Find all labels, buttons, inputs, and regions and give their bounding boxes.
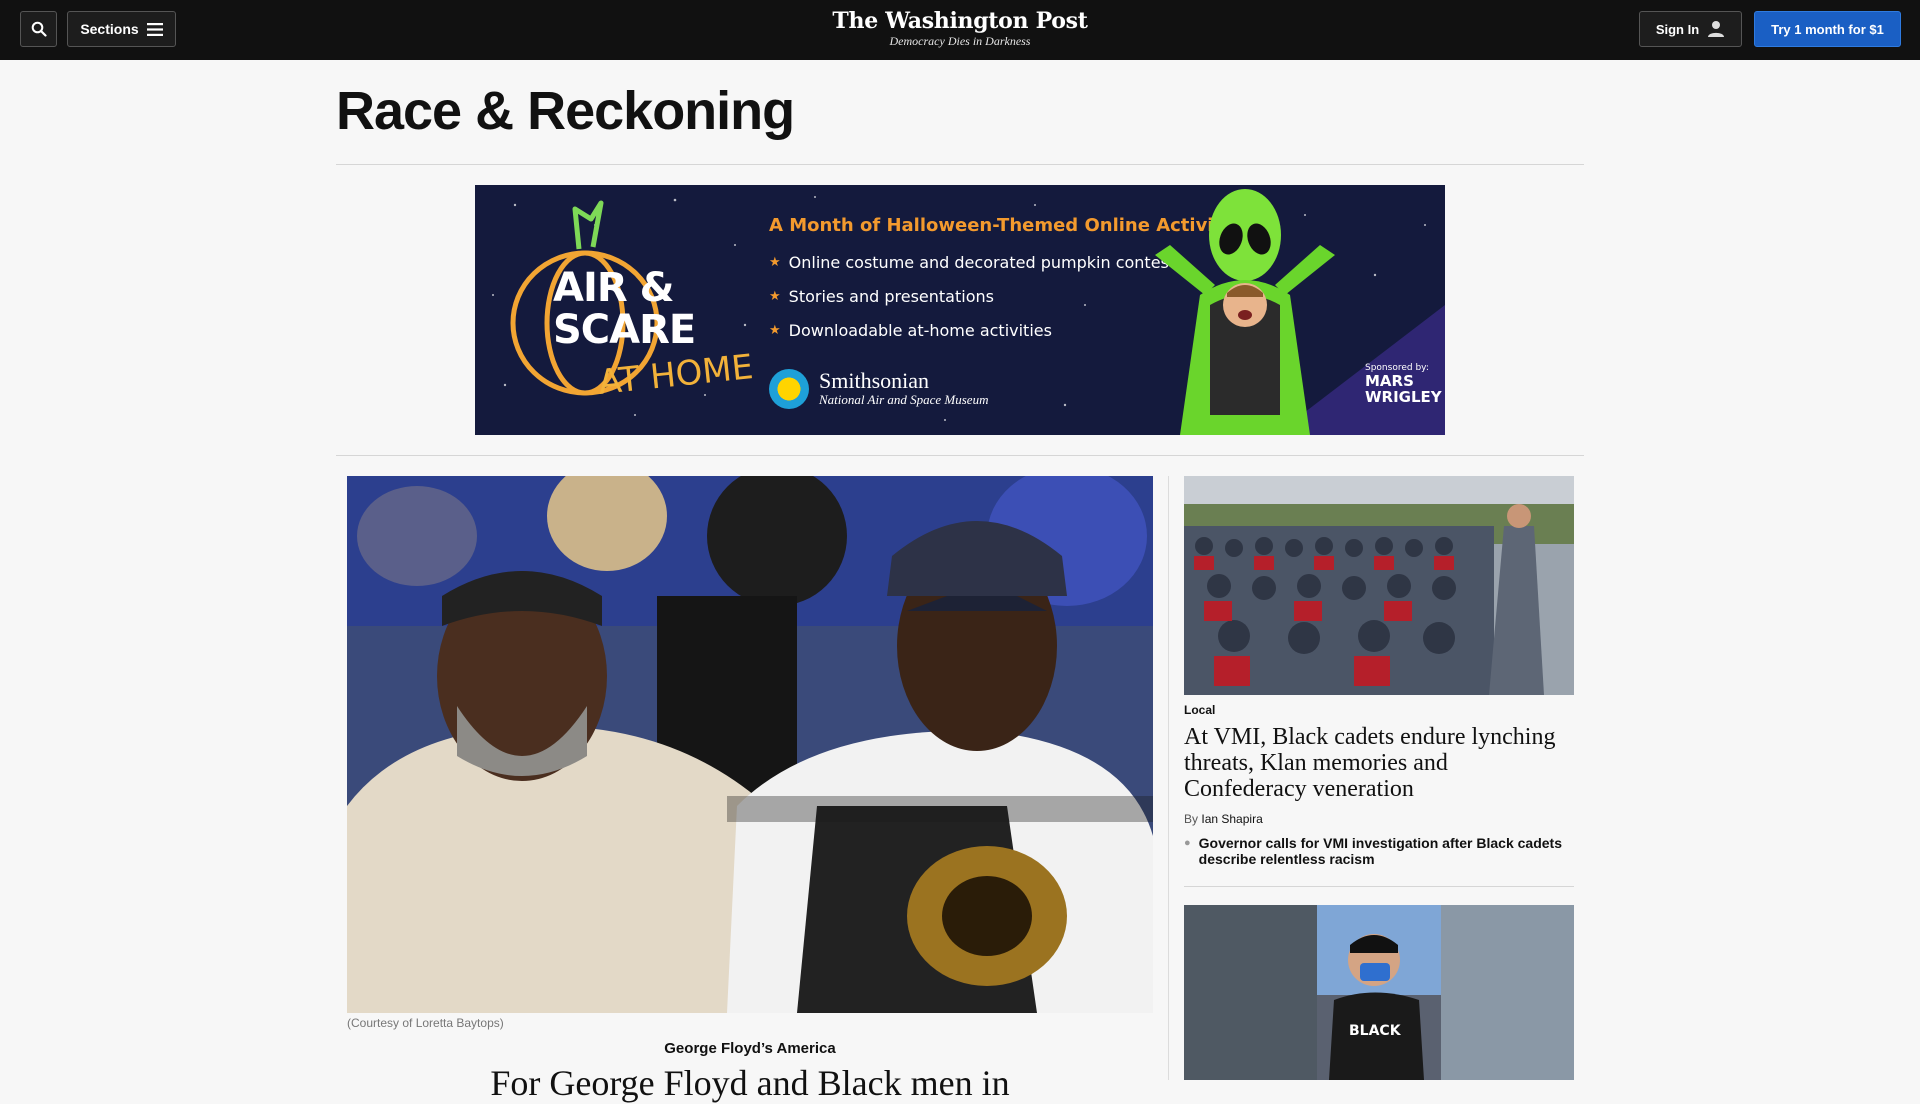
ad-bullet-text: Stories and presentations: [788, 287, 994, 306]
divider: [1184, 886, 1574, 887]
ad-alien-costume-image: [1155, 189, 1335, 435]
star-icon: ★: [769, 289, 781, 304]
author-link[interactable]: Ian Shapira: [1201, 812, 1262, 826]
second-side-story-photo[interactable]: BLACK: [1184, 905, 1574, 1080]
side-photo-image: [1184, 476, 1574, 695]
side-story-headline[interactable]: At VMI, Black cadets endure lynching thr…: [1184, 724, 1574, 802]
site-logo[interactable]: The Washington Post Democracy Dies in Da…: [810, 8, 1110, 54]
svg-text:BLACK: BLACK: [1349, 1023, 1402, 1039]
related-link[interactable]: Governor calls for VMI investigation aft…: [1199, 835, 1574, 867]
column-divider: [1168, 476, 1169, 1080]
byline: By Ian Shapira: [1184, 812, 1263, 826]
ad-sponsor: Sponsored by: MARS WRIGLEY: [1365, 363, 1442, 405]
tagline: Democracy Dies in Darkness: [889, 34, 1031, 48]
bullet-icon: ●: [1184, 837, 1191, 849]
top-navigation-bar: Sections The Washington Post Democracy D…: [0, 0, 1920, 60]
subscribe-label: Try 1 month for $1: [1771, 21, 1884, 37]
divider: [336, 164, 1584, 165]
page-title: Race & Reckoning: [336, 81, 795, 141]
related-link-item: ● Governor calls for VMI investigation a…: [1184, 835, 1574, 867]
ad-pumpkin-line2: SCARE: [553, 307, 696, 353]
ad-bullet-text: Downloadable at-home activities: [788, 321, 1052, 340]
cadet-rows: [1184, 526, 1494, 695]
subscribe-button[interactable]: Try 1 month for $1: [1754, 11, 1901, 47]
lead-story-kicker[interactable]: George Floyd’s America: [347, 1040, 1153, 1057]
side-photo2-image: BLACK: [1184, 905, 1574, 1080]
photo-caption: (Courtesy of Loretta Baytops): [347, 1016, 504, 1030]
lead-photo-image: [347, 476, 1153, 1013]
search-button[interactable]: [20, 11, 57, 47]
lead-story-headline[interactable]: For George Floyd and Black men in: [347, 1062, 1153, 1104]
star-icon: ★: [769, 255, 781, 270]
hamburger-icon: [146, 22, 163, 36]
star-icon: ★: [769, 323, 781, 338]
sections-label: Sections: [80, 21, 139, 37]
sign-in-button[interactable]: Sign In: [1639, 11, 1742, 47]
ad-pumpkin-title: AIR & SCARE: [553, 265, 696, 353]
ad-pumpkin-line1: AIR &: [553, 265, 674, 311]
ad-smithsonian-logo: Smithsonian National Air and Space Museu…: [769, 369, 988, 409]
sections-menu-button[interactable]: Sections: [67, 11, 176, 47]
logo-text: The Washington Post: [832, 8, 1088, 34]
side-story-kicker[interactable]: Local: [1184, 703, 1215, 717]
sign-in-label: Sign In: [1655, 21, 1700, 37]
ad-sponsor-line1: MARS: [1365, 372, 1414, 390]
ad-org-sub: National Air and Space Museum: [819, 392, 989, 407]
smithsonian-sun-icon: [769, 369, 809, 409]
user-icon: [1708, 21, 1725, 37]
ad-org-name: Smithsonian: [819, 368, 930, 393]
byline-prefix: By: [1184, 812, 1199, 826]
divider: [336, 455, 1584, 456]
advertisement-banner[interactable]: AIR & SCARE AT HOME A Month of Halloween…: [475, 185, 1445, 435]
ad-sponsor-line2: WRIGLEY: [1365, 388, 1442, 406]
search-icon: [31, 21, 47, 37]
lead-story-photo[interactable]: [347, 476, 1153, 1013]
side-story-photo[interactable]: [1184, 476, 1574, 695]
